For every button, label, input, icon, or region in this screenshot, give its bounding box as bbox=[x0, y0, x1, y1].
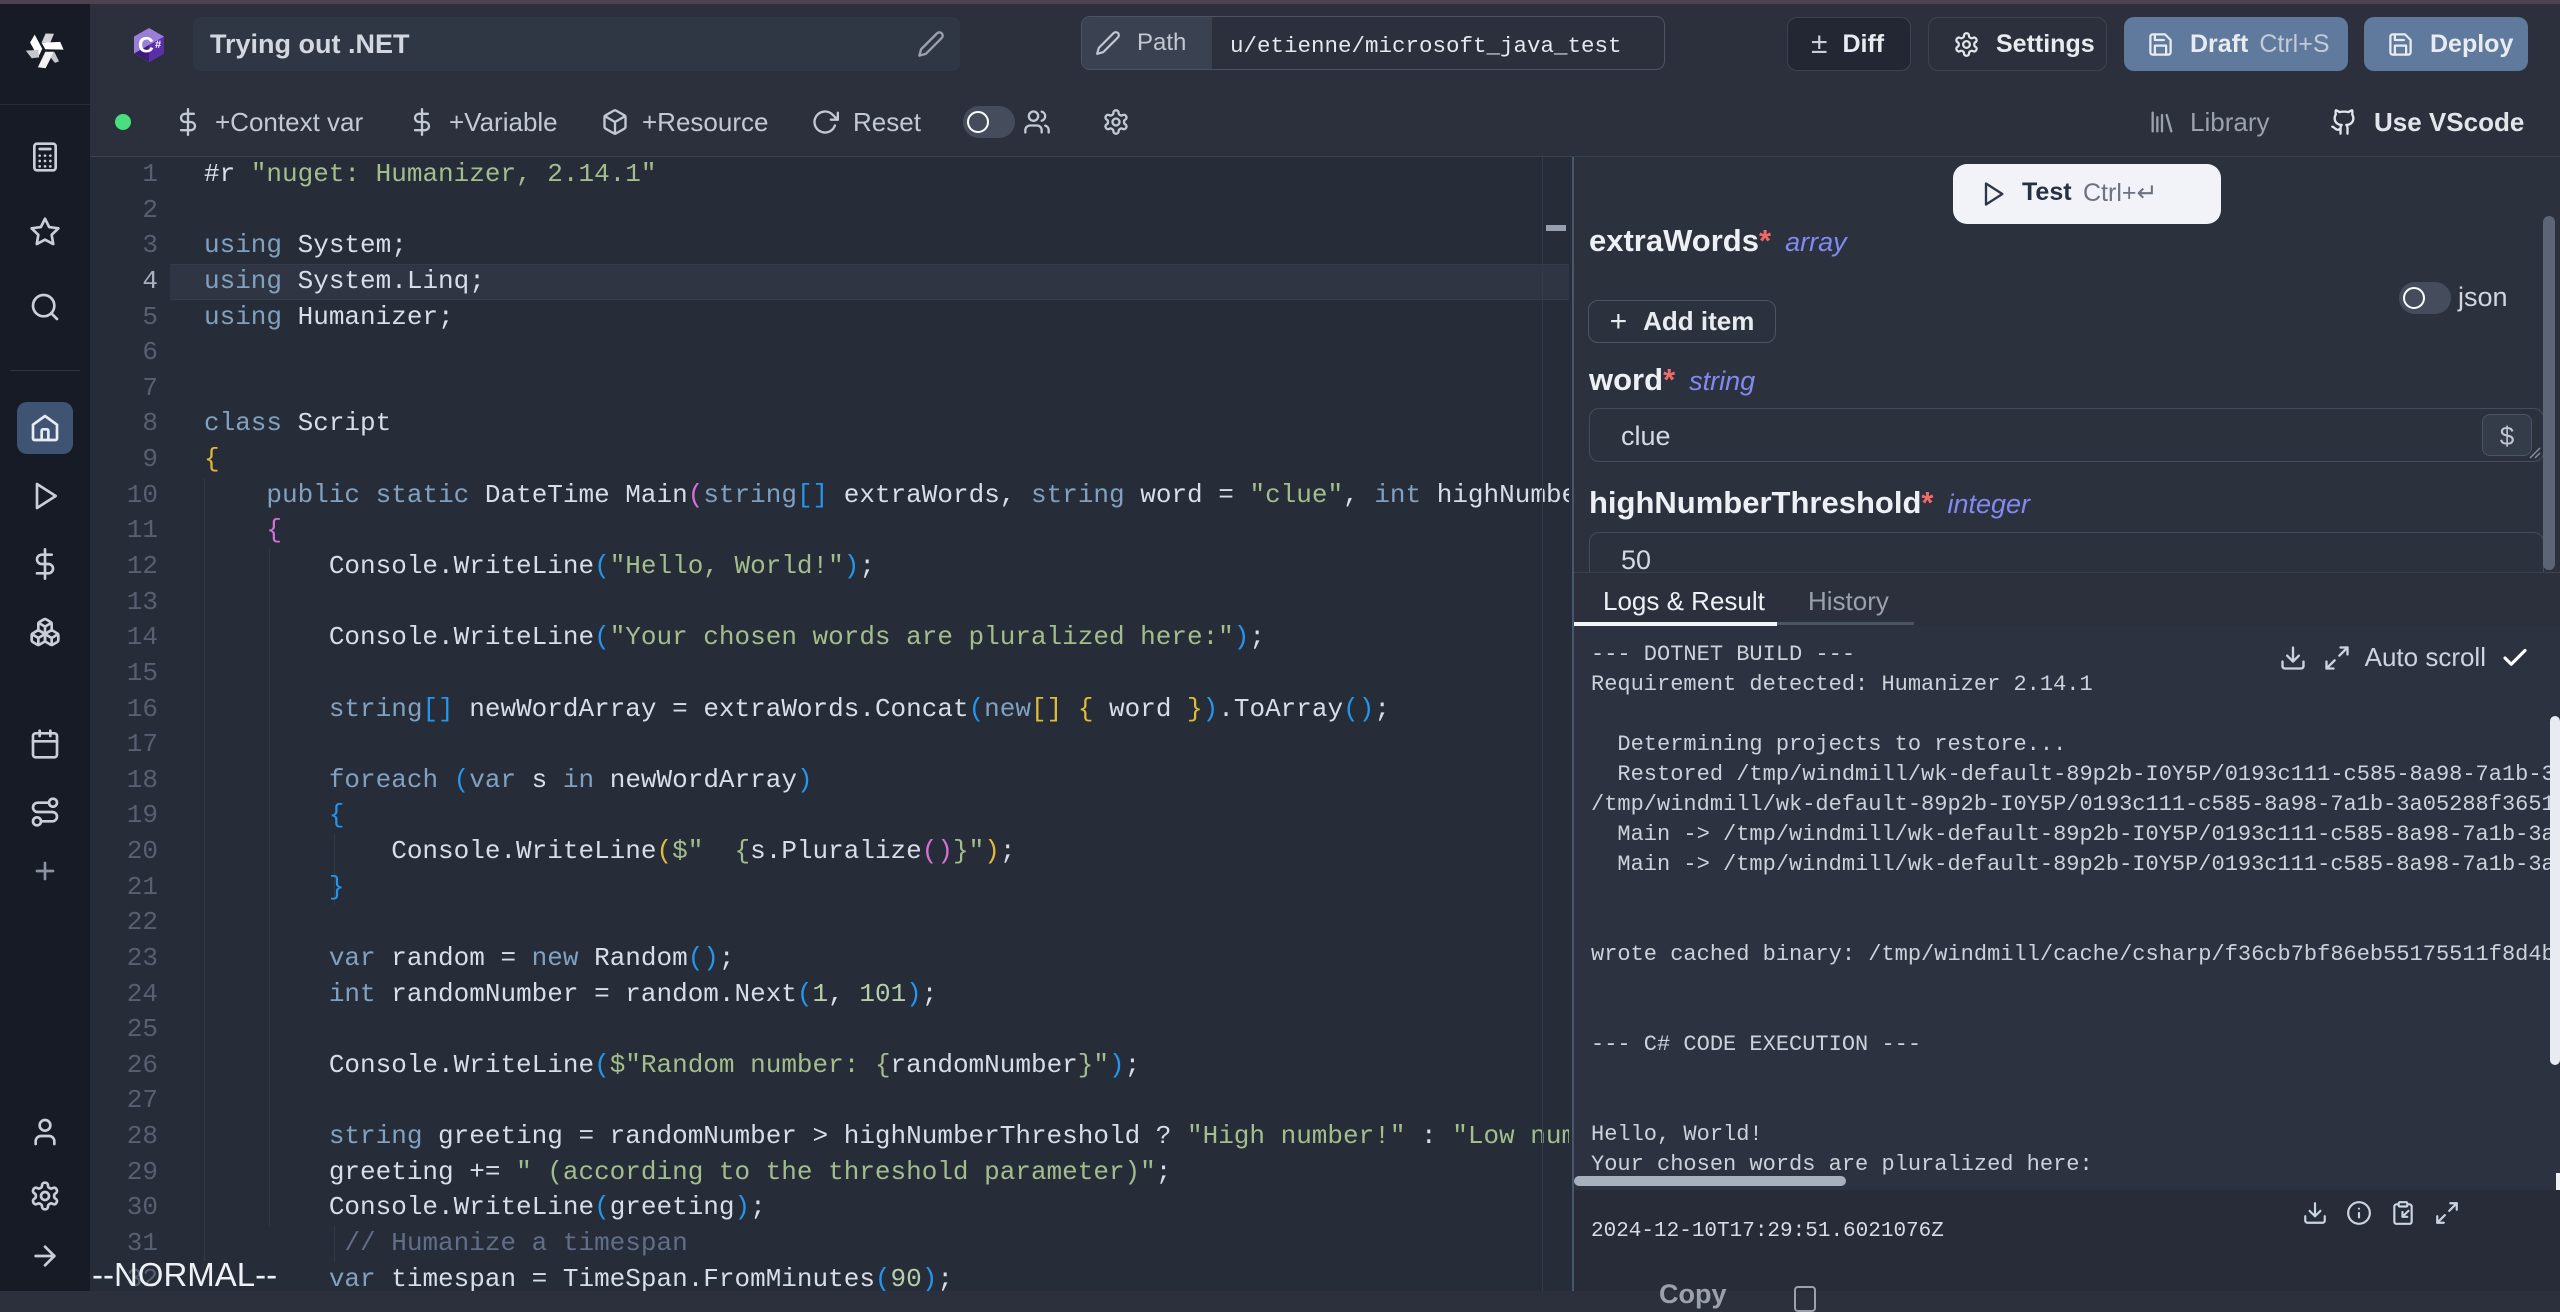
svg-text:#: # bbox=[155, 39, 161, 51]
svg-text:C: C bbox=[138, 33, 154, 58]
